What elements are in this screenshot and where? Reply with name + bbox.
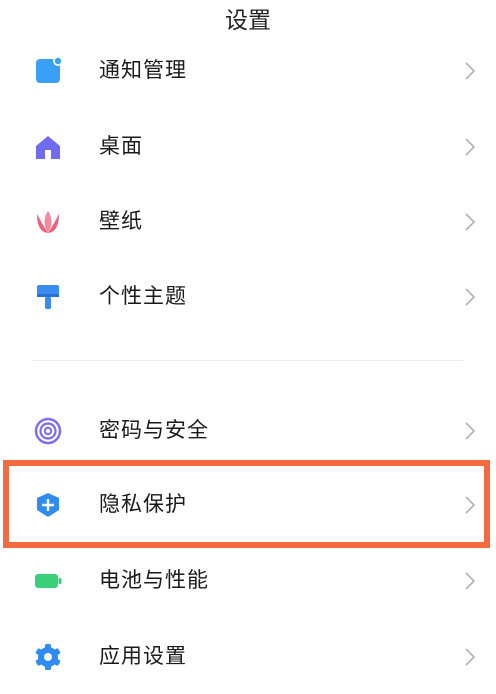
- settings-item-wallpaper[interactable]: 壁纸: [0, 191, 496, 253]
- chevron-right-icon: [464, 287, 476, 307]
- chevron-right-icon: [464, 61, 476, 81]
- paint-brush-icon: [33, 283, 63, 311]
- highlight-frame: [3, 460, 490, 548]
- settings-item-label: 密码与安全: [99, 418, 209, 442]
- section-divider: [33, 360, 463, 361]
- battery-icon: [33, 567, 63, 595]
- tulip-icon: [33, 208, 63, 236]
- notification-icon: [33, 57, 63, 85]
- settings-item-notifications[interactable]: 通知管理: [0, 40, 496, 102]
- home-icon: [33, 133, 63, 161]
- chevron-right-icon: [464, 137, 476, 157]
- chevron-right-icon: [464, 571, 476, 591]
- settings-item-label: 桌面: [99, 134, 143, 158]
- settings-item-themes[interactable]: 个性主题: [0, 266, 496, 328]
- settings-item-desktop[interactable]: 桌面: [0, 116, 496, 178]
- gear-icon: [33, 643, 63, 671]
- settings-item-label: 电池与性能: [99, 568, 209, 592]
- settings-item-label: 壁纸: [99, 209, 143, 233]
- fingerprint-icon: [33, 417, 63, 445]
- chevron-right-icon: [464, 421, 476, 441]
- settings-item-password-security[interactable]: 密码与安全: [0, 400, 496, 462]
- settings-item-battery[interactable]: 电池与性能: [0, 550, 496, 612]
- settings-item-label: 个性主题: [99, 284, 187, 308]
- page-title: 设置: [225, 8, 271, 34]
- chevron-right-icon: [464, 647, 476, 667]
- settings-item-label: 通知管理: [99, 58, 187, 82]
- chevron-right-icon: [464, 212, 476, 232]
- settings-item-label: 应用设置: [99, 644, 187, 668]
- settings-item-app-settings[interactable]: 应用设置: [0, 626, 496, 688]
